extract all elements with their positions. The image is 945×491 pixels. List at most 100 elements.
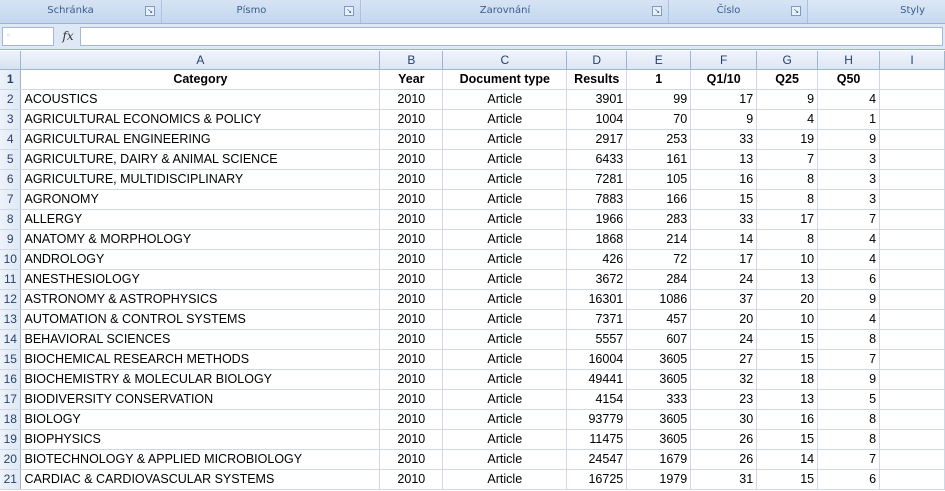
cell-q25[interactable]: 8 [756,169,819,190]
cell-top1-header[interactable]: 1 [626,69,692,90]
cell-q25[interactable]: 19 [756,129,819,150]
column-header-d[interactable]: D [566,51,628,70]
cell-q1-10[interactable]: 27 [690,349,758,370]
cell-year[interactable]: 2010 [379,329,444,350]
cell-category[interactable]: ANESTHESIOLOGY [20,269,381,290]
cell-q50[interactable]: 4 [817,309,881,330]
cell-document-type[interactable]: Article [442,189,568,210]
number-dialog-launcher-icon[interactable]: ↘ [791,6,801,16]
row-header[interactable]: 6 [0,169,22,190]
cell-empty[interactable] [879,69,945,90]
cell-document-type[interactable]: Article [442,249,568,270]
cell-year-header[interactable]: Year [379,69,444,90]
cell-category[interactable]: BIOCHEMISTRY & MOLECULAR BIOLOGY [20,369,381,390]
row-header[interactable]: 21 [0,469,22,490]
row-header[interactable]: 7 [0,189,22,210]
cell-category[interactable]: BIOLOGY [20,409,381,430]
cell-q50-header[interactable]: Q50 [817,69,881,90]
cell-q25[interactable]: 10 [756,249,819,270]
cell-q50[interactable]: 8 [817,329,881,350]
cell-empty[interactable] [879,109,945,130]
cell-q1-10[interactable]: 15 [690,189,758,210]
cell-empty[interactable] [879,249,945,270]
row-header[interactable]: 2 [0,89,22,110]
cell-document-type[interactable]: Article [442,369,568,390]
cell-results[interactable]: 7281 [566,169,628,190]
cell-q50[interactable]: 3 [817,169,881,190]
cell-document-type[interactable]: Article [442,289,568,310]
cell-results[interactable]: 3901 [566,89,628,110]
cell-q25[interactable]: 13 [756,389,819,410]
cell-q50[interactable]: 6 [817,269,881,290]
cell-empty[interactable] [879,269,945,290]
cell-category[interactable]: AGRONOMY [20,189,381,210]
cell-document-type[interactable]: Article [442,149,568,170]
formula-input[interactable] [80,27,943,46]
cell-top1[interactable]: 284 [626,269,692,290]
cell-year[interactable]: 2010 [379,409,444,430]
cell-top1[interactable]: 3605 [626,429,692,450]
cell-q50[interactable]: 8 [817,429,881,450]
cell-results[interactable]: 16004 [566,349,628,370]
cell-document-type[interactable]: Article [442,469,568,490]
cell-q25[interactable]: 15 [756,349,819,370]
cell-q1-10[interactable]: 23 [690,389,758,410]
cell-top1[interactable]: 1086 [626,289,692,310]
cell-q50[interactable]: 7 [817,209,881,230]
cell-results[interactable]: 1868 [566,229,628,250]
cell-year[interactable]: 2010 [379,209,444,230]
clipboard-dialog-launcher-icon[interactable]: ↘ [145,6,155,16]
cell-top1[interactable]: 607 [626,329,692,350]
cell-q25[interactable]: 17 [756,209,819,230]
cell-empty[interactable] [879,389,945,410]
cell-q1-10[interactable]: 31 [690,469,758,490]
cell-empty[interactable] [879,449,945,470]
cell-q25[interactable]: 20 [756,289,819,310]
cell-empty[interactable] [879,409,945,430]
cell-category[interactable]: BIODIVERSITY CONSERVATION [20,389,381,410]
cell-top1[interactable]: 3605 [626,369,692,390]
cell-category[interactable]: BEHAVIORAL SCIENCES [20,329,381,350]
cell-top1[interactable]: 70 [626,109,692,130]
cell-results[interactable]: 11475 [566,429,628,450]
cell-year[interactable]: 2010 [379,269,444,290]
cell-q50[interactable]: 5 [817,389,881,410]
cell-q1-10[interactable]: 26 [690,449,758,470]
cell-year[interactable]: 2010 [379,229,444,250]
cell-results[interactable]: 49441 [566,369,628,390]
cell-results[interactable]: 1966 [566,209,628,230]
cell-year[interactable]: 2010 [379,309,444,330]
cell-q1-10[interactable]: 32 [690,369,758,390]
cell-q1-10[interactable]: 30 [690,409,758,430]
cell-year[interactable]: 2010 [379,189,444,210]
cell-category[interactable]: BIOTECHNOLOGY & APPLIED MICROBIOLOGY [20,449,381,470]
cell-category[interactable]: ANATOMY & MORPHOLOGY [20,229,381,250]
cell-results[interactable]: 24547 [566,449,628,470]
alignment-dialog-launcher-icon[interactable]: ↘ [652,6,662,16]
cell-year[interactable]: 2010 [379,249,444,270]
cell-results[interactable]: 16725 [566,469,628,490]
cell-q1-10[interactable]: 20 [690,309,758,330]
cell-document-type[interactable]: Article [442,389,568,410]
cell-q25[interactable]: 9 [756,89,819,110]
row-header[interactable]: 14 [0,329,22,350]
cell-results[interactable]: 4154 [566,389,628,410]
cell-document-type[interactable]: Article [442,449,568,470]
cell-document-type[interactable]: Article [442,269,568,290]
cell-results[interactable]: 1004 [566,109,628,130]
cell-q25[interactable]: 15 [756,469,819,490]
cell-results[interactable]: 426 [566,249,628,270]
cell-q25-header[interactable]: Q25 [756,69,819,90]
cell-year[interactable]: 2010 [379,369,444,390]
row-header[interactable]: 20 [0,449,22,470]
cell-q50[interactable]: 3 [817,189,881,210]
cell-document-type[interactable]: Article [442,109,568,130]
select-all-corner[interactable] [0,51,22,70]
cell-year[interactable]: 2010 [379,429,444,450]
cell-document-type-header[interactable]: Document type [442,69,568,90]
cell-q50[interactable]: 9 [817,369,881,390]
cell-document-type[interactable]: Article [442,409,568,430]
cell-top1[interactable]: 283 [626,209,692,230]
cell-results[interactable]: 6433 [566,149,628,170]
cell-category[interactable]: ALLERGY [20,209,381,230]
